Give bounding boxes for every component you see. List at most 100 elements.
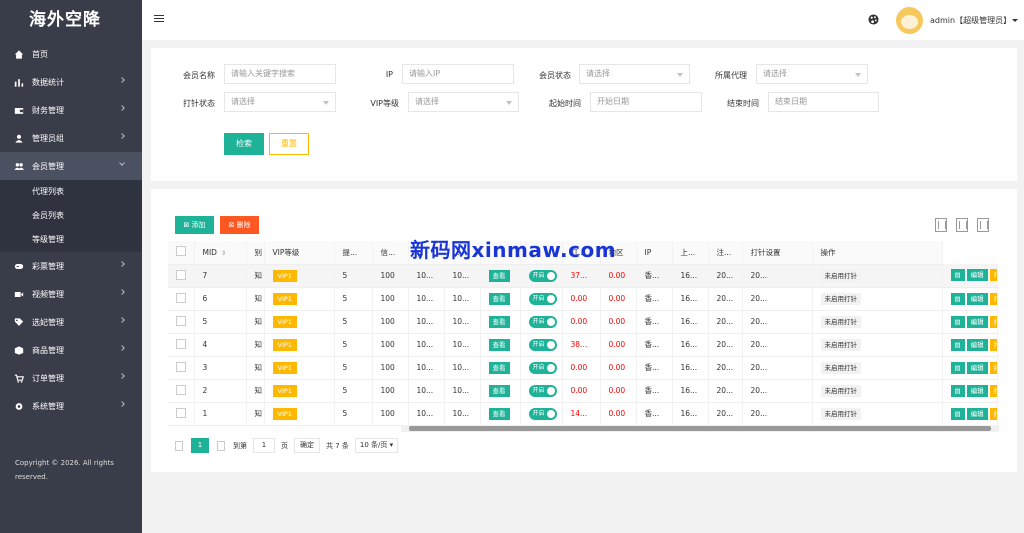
status-toggle[interactable]: 开启 bbox=[528, 361, 557, 374]
sidebar-item-2[interactable]: 选妃管理 bbox=[0, 308, 142, 336]
detail-button[interactable]: ▤ bbox=[950, 384, 965, 397]
punch-select[interactable]: 请选择 bbox=[224, 92, 336, 112]
page-unit: 页 bbox=[281, 441, 288, 450]
view-button[interactable]: 查看 bbox=[488, 338, 510, 351]
punch-button[interactable]: 打针 bbox=[989, 384, 997, 397]
page-current[interactable]: 1 bbox=[191, 438, 209, 453]
row-checkbox[interactable] bbox=[176, 407, 186, 418]
per-page-select[interactable]: 10 条/页 ▾ bbox=[354, 438, 399, 453]
goto-confirm-button[interactable]: 确定 bbox=[294, 438, 320, 453]
edit-button[interactable]: 编辑 bbox=[966, 407, 988, 420]
row-select-cell bbox=[168, 379, 195, 403]
amount-cell: 14... bbox=[562, 402, 601, 426]
column-header-14: 注... bbox=[708, 241, 743, 265]
status-toggle[interactable]: 开启 bbox=[528, 292, 557, 305]
app-logo: 海外空降 bbox=[29, 10, 101, 30]
reset-button[interactable]: 重置 bbox=[269, 133, 309, 155]
sidebar-item-4[interactable]: 会员管理 bbox=[0, 152, 142, 180]
punch-cell: 未启用打针 bbox=[812, 310, 943, 334]
row-checkbox[interactable] bbox=[176, 315, 186, 326]
sidebar-item-3[interactable]: 商品管理 bbox=[0, 336, 142, 364]
status-toggle[interactable]: 开启 bbox=[528, 269, 557, 282]
sidebar-subitem-2[interactable]: 等级管理 bbox=[0, 228, 142, 252]
edit-button[interactable]: 编辑 bbox=[966, 269, 988, 282]
actions-cell: ▤编辑打针删除 bbox=[942, 310, 998, 334]
sidebar-item-1[interactable]: 视频管理 bbox=[0, 280, 142, 308]
view-button[interactable]: 查看 bbox=[488, 407, 510, 420]
detail-button[interactable]: ▤ bbox=[950, 361, 965, 374]
start-date-input[interactable]: 开始日期 bbox=[590, 92, 702, 112]
view-button[interactable]: 查看 bbox=[488, 269, 510, 282]
status-toggle[interactable]: 开启 bbox=[528, 338, 557, 351]
avatar[interactable] bbox=[896, 7, 923, 34]
punch-status: 未启用打针 bbox=[820, 292, 861, 305]
user-dropdown-icon[interactable] bbox=[1012, 19, 1018, 22]
detail-button[interactable]: ▤ bbox=[950, 315, 965, 328]
status-toggle[interactable]: 开启 bbox=[528, 315, 557, 328]
member-name-input[interactable]: 请输入关键字搜索 bbox=[224, 64, 336, 84]
row-checkbox[interactable] bbox=[176, 361, 186, 372]
edit-button[interactable]: 编辑 bbox=[966, 315, 988, 328]
vip-select[interactable]: 请选择 bbox=[408, 92, 519, 112]
sidebar-item-2[interactable]: 财务管理 bbox=[0, 96, 142, 124]
detail-button[interactable]: ▤ bbox=[950, 407, 965, 420]
sidebar-item-1[interactable]: 数据统计 bbox=[0, 68, 142, 96]
punch-button[interactable]: 打针 bbox=[989, 315, 997, 328]
chevron-down-icon bbox=[677, 73, 683, 77]
sidebar-item-0[interactable]: 首页 bbox=[0, 40, 142, 68]
select-all-checkbox[interactable] bbox=[176, 246, 186, 257]
ip-cell: 16... bbox=[672, 287, 709, 311]
ip-cell: 16... bbox=[672, 264, 709, 288]
page-input[interactable]: 1 bbox=[253, 438, 275, 453]
row-checkbox[interactable] bbox=[176, 269, 186, 280]
sort-icon[interactable]: ⇕ bbox=[221, 250, 226, 257]
edit-button[interactable]: 编辑 bbox=[966, 292, 988, 305]
user-name[interactable]: admin【超级管理员】 bbox=[930, 15, 1011, 26]
view-button[interactable]: 查看 bbox=[488, 384, 510, 397]
horizontal-scrollbar[interactable] bbox=[401, 425, 999, 432]
row-checkbox[interactable] bbox=[176, 292, 186, 303]
punch-button[interactable]: 打针 bbox=[989, 338, 997, 351]
delete-button[interactable]: ⊠ 删除 bbox=[220, 216, 259, 234]
detail-button[interactable]: ▤ bbox=[950, 292, 965, 305]
edit-button[interactable]: 编辑 bbox=[966, 384, 988, 397]
status-select[interactable]: 请选择 bbox=[579, 64, 690, 84]
row-select-cell bbox=[168, 356, 195, 380]
punch-button[interactable]: 打针 bbox=[989, 269, 997, 282]
punch-button[interactable]: 打针 bbox=[989, 407, 997, 420]
next-page-icon[interactable] bbox=[217, 440, 225, 451]
detail-button[interactable]: ▤ bbox=[950, 338, 965, 351]
menu-toggle-icon[interactable] bbox=[154, 15, 164, 24]
sidebar-item-0[interactable]: 彩票管理 bbox=[0, 252, 142, 280]
search-button[interactable]: 检索 bbox=[224, 133, 264, 155]
row-checkbox[interactable] bbox=[176, 384, 186, 395]
detail-button[interactable]: ▤ bbox=[950, 269, 965, 282]
edit-button[interactable]: 编辑 bbox=[966, 338, 988, 351]
sidebar-item-4[interactable]: 订单管理 bbox=[0, 364, 142, 392]
punch-button[interactable]: 打针 bbox=[989, 292, 997, 305]
punch-button[interactable]: 打针 bbox=[989, 361, 997, 374]
add-button[interactable]: ⊠ 添加 bbox=[175, 216, 214, 234]
palette-icon[interactable] bbox=[868, 14, 879, 25]
view-button[interactable]: 查看 bbox=[488, 292, 510, 305]
status-toggle[interactable]: 开启 bbox=[528, 384, 557, 397]
edit-button[interactable]: 编辑 bbox=[966, 361, 988, 374]
chevron-down-icon bbox=[506, 101, 512, 105]
ip-input[interactable]: 请输入IP bbox=[402, 64, 514, 84]
column-header-1[interactable]: MID ⇕ bbox=[194, 241, 247, 265]
view-button[interactable]: 查看 bbox=[488, 315, 510, 328]
end-date-input[interactable]: 结束日期 bbox=[768, 92, 879, 112]
sidebar-subitem-0[interactable]: 代理列表 bbox=[0, 180, 142, 204]
row-checkbox[interactable] bbox=[176, 338, 186, 349]
sidebar-item-5[interactable]: 系统管理 bbox=[0, 392, 142, 420]
status-toggle[interactable]: 开启 bbox=[528, 407, 557, 420]
export-icon[interactable] bbox=[956, 218, 968, 232]
print-icon[interactable] bbox=[977, 218, 989, 232]
agent-select[interactable]: 请选择 bbox=[756, 64, 868, 84]
prev-page-icon[interactable] bbox=[175, 440, 183, 451]
sidebar-item-3[interactable]: 管理员组 bbox=[0, 124, 142, 152]
sidebar-subitem-1[interactable]: 会员列表 bbox=[0, 204, 142, 228]
columns-icon[interactable] bbox=[935, 218, 947, 232]
view-button[interactable]: 查看 bbox=[488, 361, 510, 374]
table-row: 7 知 VIP1 5 100 10... 10... 查看 开启 37... 0.00 香... 16.… bbox=[168, 264, 998, 288]
